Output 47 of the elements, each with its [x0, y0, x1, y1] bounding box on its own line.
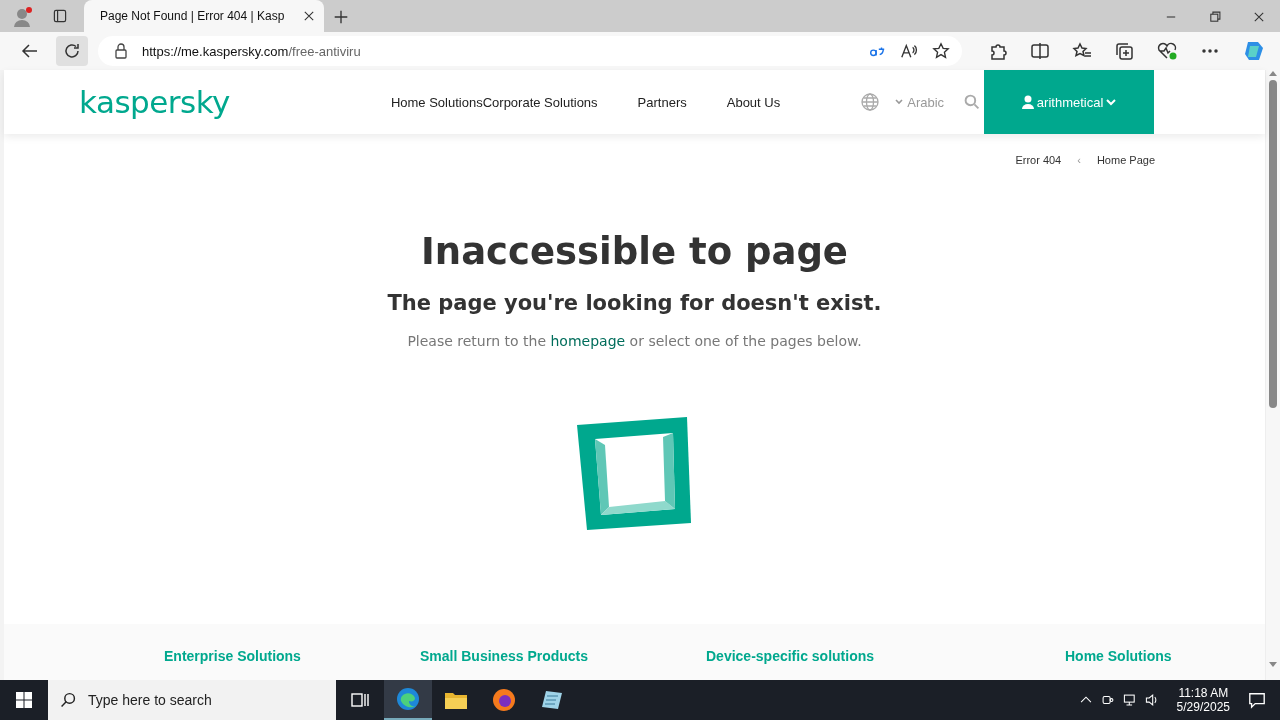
- search-icon: [60, 692, 76, 708]
- restore-icon[interactable]: [1208, 10, 1222, 24]
- firefox-icon[interactable]: [492, 688, 516, 712]
- breadcrumb-link[interactable]: Error 404: [1015, 154, 1062, 166]
- notepad-icon[interactable]: [540, 688, 564, 712]
- tabs-icon[interactable]: [52, 8, 68, 24]
- breadcrumb-link[interactable]: Home Page: [1096, 154, 1155, 166]
- edge-icon[interactable]: [396, 687, 420, 711]
- taskbar-search[interactable]: Type here to search: [48, 680, 336, 720]
- task-view-icon[interactable]: [351, 692, 369, 708]
- homepage-link[interactable]: homepage: [550, 333, 626, 349]
- breadcrumb-separator: ‹: [1077, 154, 1081, 166]
- read-aloud-icon[interactable]: [900, 42, 918, 60]
- health-icon[interactable]: [1156, 41, 1178, 61]
- lock-icon: [114, 43, 128, 59]
- clock-time[interactable]: 11:18 AM: [1178, 686, 1229, 700]
- message-text: Please return to the homepage or select one of the pages below.: [406, 333, 863, 349]
- user-icon: [1021, 95, 1034, 109]
- copilot-icon[interactable]: [1242, 39, 1266, 63]
- address-field[interactable]: https://me.kaspersky.com/free-antiviru: [98, 36, 962, 66]
- split-screen-icon[interactable]: [1030, 41, 1050, 61]
- folder-icon[interactable]: [444, 690, 468, 710]
- close-icon[interactable]: [302, 9, 316, 23]
- windows-icon[interactable]: [16, 692, 32, 708]
- scrollbar-thumb[interactable]: [1269, 80, 1277, 408]
- subheading: The page you're looking for doesn't exist.: [386, 291, 883, 315]
- nav-link[interactable]: Corporate Solutions: [482, 94, 598, 110]
- notifications-icon[interactable]: [1248, 691, 1266, 709]
- favorite-icon[interactable]: [932, 42, 950, 60]
- nav-link[interactable]: About Us: [726, 94, 781, 110]
- meet-icon[interactable]: [1100, 693, 1115, 707]
- scroll-down-icon[interactable]: [1269, 662, 1277, 668]
- chevron-down-icon: [1106, 97, 1117, 107]
- profile-icon[interactable]: [12, 6, 34, 28]
- nav-link[interactable]: Home Solutions: [390, 94, 483, 110]
- close-icon[interactable]: [1252, 10, 1266, 24]
- browser-tab[interactable]: Page Not Found | Error 404 | Kasp: [84, 0, 324, 32]
- network-icon[interactable]: [1122, 693, 1137, 707]
- collections-icon[interactable]: [1114, 41, 1134, 61]
- chevron-down-icon: [894, 97, 905, 107]
- reload-icon[interactable]: [62, 41, 82, 61]
- page-heading: Inaccessible to page: [420, 230, 849, 273]
- extensions-icon[interactable]: [988, 41, 1008, 61]
- volume-icon[interactable]: [1144, 693, 1159, 707]
- clock-date[interactable]: 5/29/2025: [1176, 700, 1230, 714]
- nav-link[interactable]: Partners: [637, 94, 687, 110]
- new-tab-icon[interactable]: [332, 8, 350, 26]
